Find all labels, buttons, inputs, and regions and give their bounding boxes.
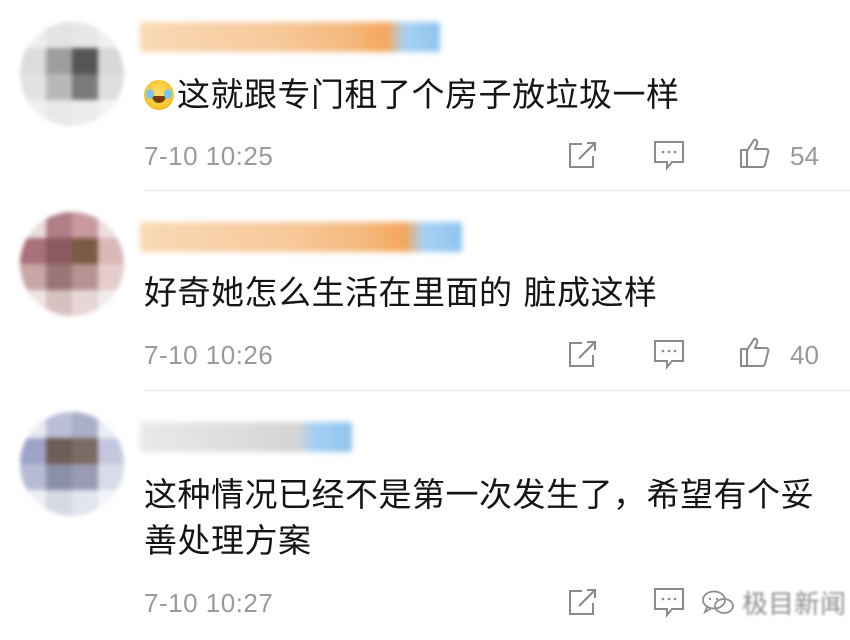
comment-timestamp: 7-10 10:26 <box>144 340 274 370</box>
comment-text: 这种情况已经不是第一次发生了，希望有个妥善处理方案 <box>144 472 824 564</box>
thumbs-up-icon[interactable] <box>738 335 772 369</box>
watermark-text: 极目新闻 <box>742 590 847 620</box>
comment-icon[interactable] <box>652 585 686 619</box>
comment-icon[interactable] <box>652 138 686 172</box>
avatar[interactable] <box>20 212 124 316</box>
like-count: 54 <box>790 141 819 171</box>
username[interactable] <box>140 22 440 52</box>
avatar[interactable] <box>20 412 124 516</box>
avatar[interactable] <box>20 22 124 126</box>
comment-text-content: 这就跟专门租了个房子放垃圾一样 <box>177 75 680 114</box>
repost-icon[interactable] <box>566 138 600 172</box>
comment-timestamp: 7-10 10:25 <box>144 141 274 171</box>
thumbs-up-icon[interactable] <box>738 136 772 170</box>
repost-icon[interactable] <box>566 337 600 371</box>
laughing-tears-emoji-icon <box>144 80 174 110</box>
comment-timestamp: 7-10 10:27 <box>144 588 274 618</box>
wechat-icon <box>700 589 736 617</box>
comment-text: 好奇她怎么生活在里面的 脏成这样 <box>144 270 824 316</box>
like-count: 40 <box>790 340 819 370</box>
divider <box>144 390 850 391</box>
comment-text: 这就跟专门租了个房子放垃圾一样 <box>144 72 824 118</box>
comment-icon[interactable] <box>652 337 686 371</box>
username[interactable] <box>140 222 462 252</box>
comment-text-content: 好奇她怎么生活在里面的 脏成这样 <box>144 273 658 312</box>
comment-text-content: 这种情况已经不是第一次发生了，希望有个妥善处理方案 <box>144 475 814 560</box>
repost-icon[interactable] <box>566 585 600 619</box>
username[interactable] <box>140 422 352 452</box>
divider <box>144 190 850 191</box>
watermark: 极目新闻 <box>700 584 846 621</box>
